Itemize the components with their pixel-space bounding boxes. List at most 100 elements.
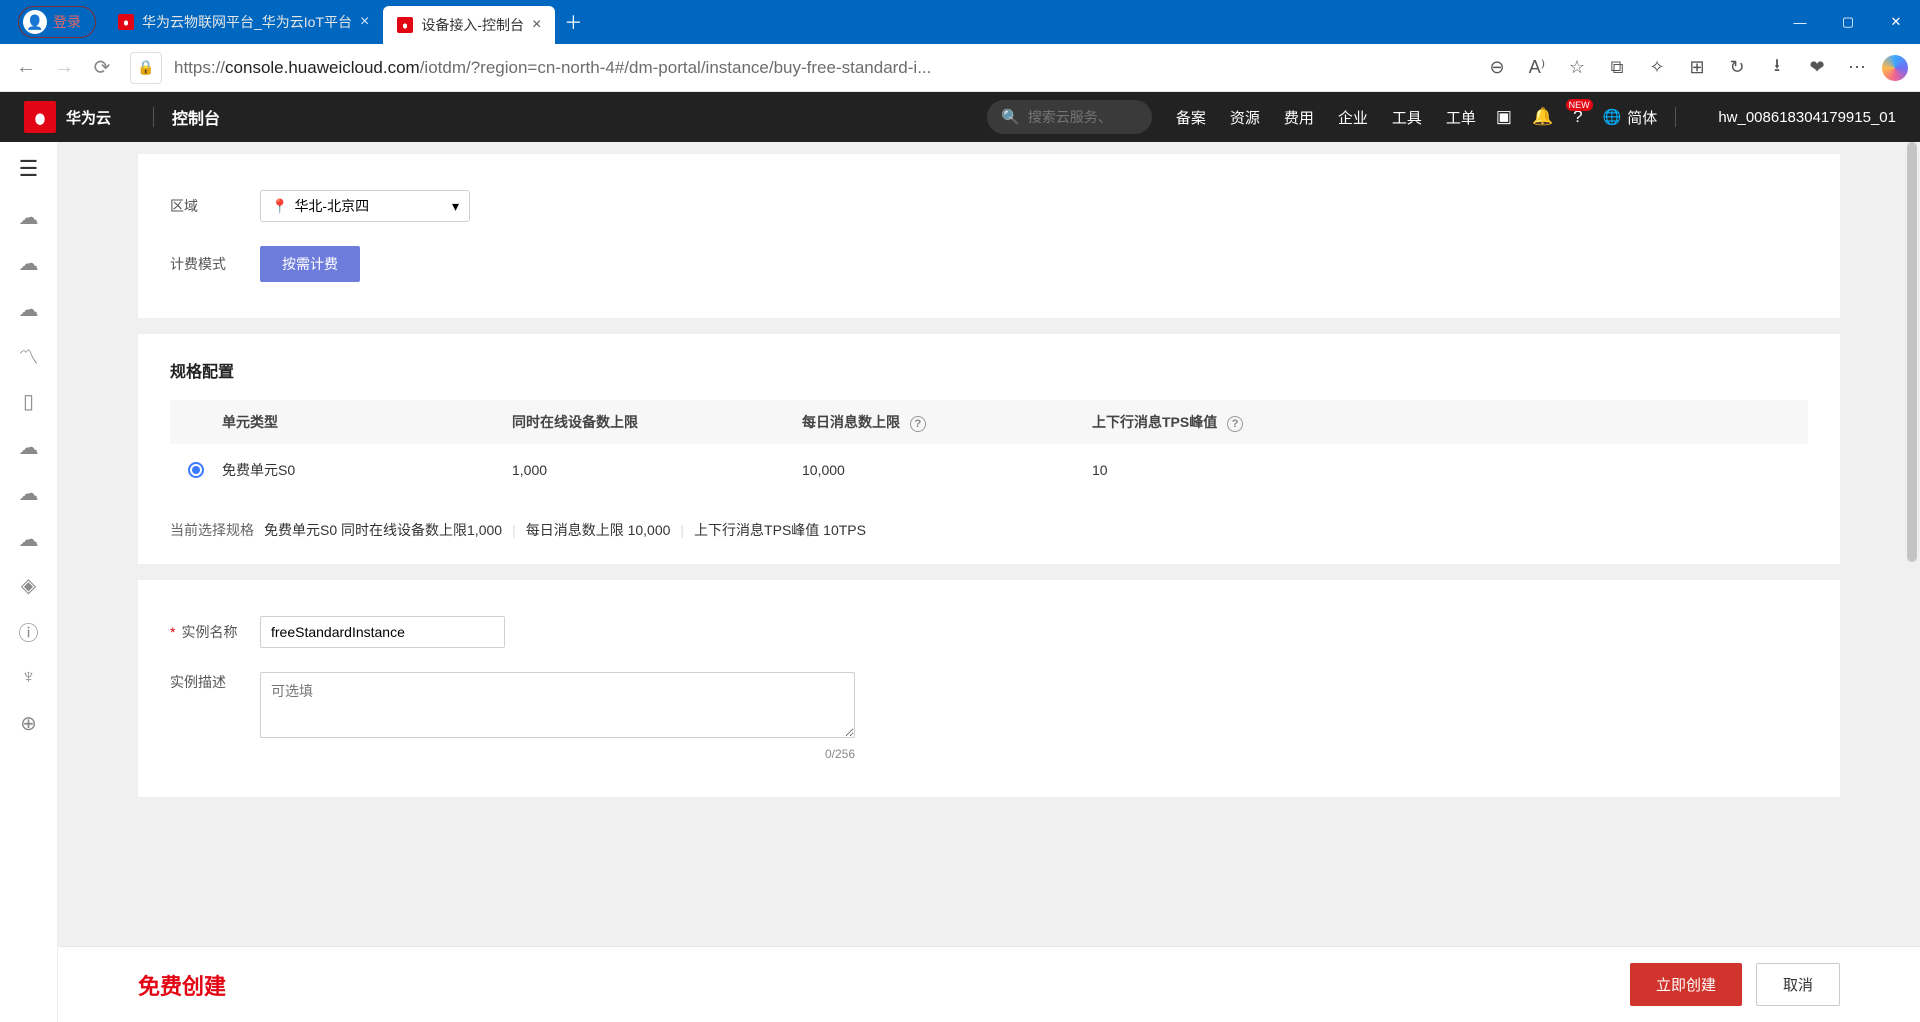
- instance-desc-label: 实例描述: [170, 672, 260, 692]
- location-icon: 📍: [271, 198, 288, 215]
- search-input[interactable]: [1028, 109, 1138, 125]
- th-tps-peak: 上下行消息TPS峰值 ?: [1092, 412, 1808, 432]
- td-unit-type: 免费单元S0: [222, 460, 512, 480]
- terminal-icon[interactable]: ▣: [1496, 107, 1512, 127]
- tab-title: 华为云物联网平台_华为云IoT平台: [142, 12, 352, 32]
- login-label: 登录: [53, 12, 81, 32]
- help-circle-icon[interactable]: ?: [910, 416, 926, 432]
- summary-seg: 上下行消息TPS峰值 10TPS: [694, 520, 866, 540]
- close-icon[interactable]: ×: [532, 16, 541, 34]
- td-tps-peak: 10: [1092, 462, 1808, 478]
- spec-summary: 当前选择规格 免费单元S0 同时在线设备数上限1,000 | 每日消息数上限 1…: [170, 520, 1808, 540]
- favorite-icon[interactable]: ☆: [1562, 57, 1592, 78]
- spec-table-head: 单元类型 同时在线设备数上限 每日消息数上限 ? 上下行消息TPS峰值 ?: [170, 400, 1808, 444]
- browser-tab-active[interactable]: 设备接入-控制台 ×: [383, 6, 555, 44]
- cloud-db-icon[interactable]: ☁: [16, 298, 42, 320]
- window-close-icon[interactable]: ✕: [1872, 0, 1920, 44]
- help-circle-icon[interactable]: ?: [1227, 416, 1243, 432]
- history-icon[interactable]: ↻: [1722, 57, 1752, 78]
- close-icon[interactable]: ×: [360, 13, 369, 31]
- menu-toggle-icon[interactable]: ☰: [19, 156, 39, 182]
- cloud-dots-icon[interactable]: ☁: [16, 252, 42, 274]
- summary-label: 当前选择规格: [170, 520, 254, 540]
- cloud-search[interactable]: 🔍: [987, 100, 1152, 134]
- language-switch[interactable]: 🌐 简体: [1603, 107, 1658, 128]
- new-badge: NEW: [1566, 99, 1593, 111]
- browser-toolbar: ← → ⟳ 🔒 https://console.huaweicloud.com/…: [0, 44, 1920, 92]
- zoom-icon[interactable]: ⊖: [1482, 57, 1512, 78]
- region-select[interactable]: 📍华北-北京四 ▾: [260, 190, 470, 222]
- nav-tool[interactable]: 工具: [1392, 107, 1422, 128]
- refresh-icon[interactable]: ⟳: [88, 55, 116, 80]
- back-icon[interactable]: ←: [12, 56, 40, 79]
- panel-spec: 规格配置 单元类型 同时在线设备数上限 每日消息数上限 ? 上下行消息TPS峰值…: [138, 334, 1840, 564]
- content-area: 区域 📍华北-北京四 ▾ 计费模式 按需计费 规格配置 单元类型 同时在线设备数…: [58, 142, 1920, 1022]
- monitor-icon[interactable]: 〽: [16, 344, 42, 366]
- instance-desc-textarea[interactable]: [260, 672, 855, 738]
- cancel-button[interactable]: 取消: [1756, 963, 1840, 1006]
- spec-table-row[interactable]: 免费单元S0 1,000 10,000 10: [170, 444, 1808, 496]
- downloads-icon[interactable]: ⭳: [1762, 53, 1792, 83]
- radio-selected-icon[interactable]: [188, 462, 204, 478]
- browser-tab-inactive[interactable]: 华为云物联网平台_华为云IoT平台 ×: [104, 0, 383, 44]
- site-info-icon[interactable]: 🔒: [130, 52, 162, 84]
- divider: [1675, 107, 1676, 127]
- console-label[interactable]: 控制台: [172, 105, 220, 129]
- th-max-daily-msg: 每日消息数上限 ?: [802, 412, 1092, 432]
- brand-label[interactable]: 华为云: [66, 107, 111, 128]
- char-counter: 0/256: [260, 747, 855, 761]
- split-screen-icon[interactable]: ⧉: [1602, 57, 1632, 78]
- network-icon[interactable]: ♆: [16, 666, 42, 688]
- address-bar[interactable]: 🔒 https://console.huaweicloud.com/iotdm/…: [126, 52, 1472, 84]
- new-tab-button[interactable]: ＋: [555, 0, 591, 44]
- scrollbar[interactable]: [1906, 142, 1918, 946]
- nav-workorder[interactable]: 工单: [1446, 107, 1476, 128]
- spec-title: 规格配置: [170, 358, 1808, 382]
- more-icon[interactable]: ⋯: [1842, 57, 1872, 78]
- th-unit-type: 单元类型: [222, 412, 512, 432]
- create-button[interactable]: 立即创建: [1630, 963, 1742, 1006]
- huawei-favicon-icon: [118, 14, 134, 30]
- cloud-outline-icon[interactable]: ☁: [16, 206, 42, 228]
- extensions-icon[interactable]: ❤: [1802, 57, 1832, 78]
- read-aloud-icon[interactable]: A⁾: [1522, 57, 1552, 78]
- cloud-header: 华为云 控制台 🔍 备案 资源 费用 企业 工具 工单 ▣ 🔔 ?NEW 🌐 简…: [0, 92, 1920, 142]
- search-icon: 🔍: [1001, 108, 1020, 126]
- login-pill[interactable]: 👤 登录: [18, 6, 96, 38]
- url-text: https://console.huaweicloud.com/iotdm/?r…: [174, 58, 931, 78]
- lang-label: 简体: [1627, 107, 1657, 128]
- bell-icon[interactable]: 🔔: [1532, 107, 1553, 127]
- copilot-icon[interactable]: [1882, 55, 1908, 81]
- panel-basic: 区域 📍华北-北京四 ▾ 计费模式 按需计费: [138, 154, 1840, 318]
- nav-resource[interactable]: 资源: [1230, 107, 1260, 128]
- region-value: 华北-北京四: [294, 196, 369, 216]
- avatar-icon: 👤: [23, 10, 47, 34]
- footer-bar: 免费创建 立即创建 取消: [58, 946, 1920, 1022]
- footer-title: 免费创建: [138, 969, 226, 1001]
- help-icon[interactable]: ?NEW: [1573, 107, 1582, 127]
- cloud-plain-icon[interactable]: ☁: [16, 436, 42, 458]
- send-icon[interactable]: ◈: [16, 574, 42, 596]
- window-maximize-icon[interactable]: ▢: [1824, 0, 1872, 44]
- nav-beian[interactable]: 备案: [1176, 107, 1206, 128]
- workspace: ☰ ☁ ☁ ☁ 〽 ▯ ☁ ☁ ☁ ◈ ⓘ ♆ ⊕ 区域 📍华北-北京四 ▾ 计…: [0, 142, 1920, 1022]
- globe-icon[interactable]: ⊕: [16, 712, 42, 734]
- favorites-bar-icon[interactable]: ✧: [1642, 57, 1672, 78]
- forward-icon: →: [50, 56, 78, 79]
- huawei-favicon-icon: [397, 17, 413, 33]
- billing-mode-button[interactable]: 按需计费: [260, 246, 360, 282]
- scrollbar-thumb[interactable]: [1907, 142, 1917, 562]
- window-minimize-icon[interactable]: ―: [1776, 0, 1824, 44]
- collections-icon[interactable]: ⊞: [1682, 57, 1712, 78]
- divider: [153, 107, 154, 127]
- cloud-down-icon[interactable]: ☁: [16, 528, 42, 550]
- ip-icon[interactable]: ⓘ: [16, 620, 42, 642]
- panel-instance: 实例名称 实例描述 0/256: [138, 580, 1840, 797]
- device-icon[interactable]: ▯: [16, 390, 42, 412]
- summary-seg: 免费单元S0 同时在线设备数上限1,000: [264, 520, 502, 540]
- cloud-up-icon[interactable]: ☁: [16, 482, 42, 504]
- instance-name-input[interactable]: [260, 616, 505, 648]
- user-label[interactable]: hw_008618304179915_01: [1718, 109, 1896, 126]
- nav-cost[interactable]: 费用: [1284, 107, 1314, 128]
- nav-enterprise[interactable]: 企业: [1338, 107, 1368, 128]
